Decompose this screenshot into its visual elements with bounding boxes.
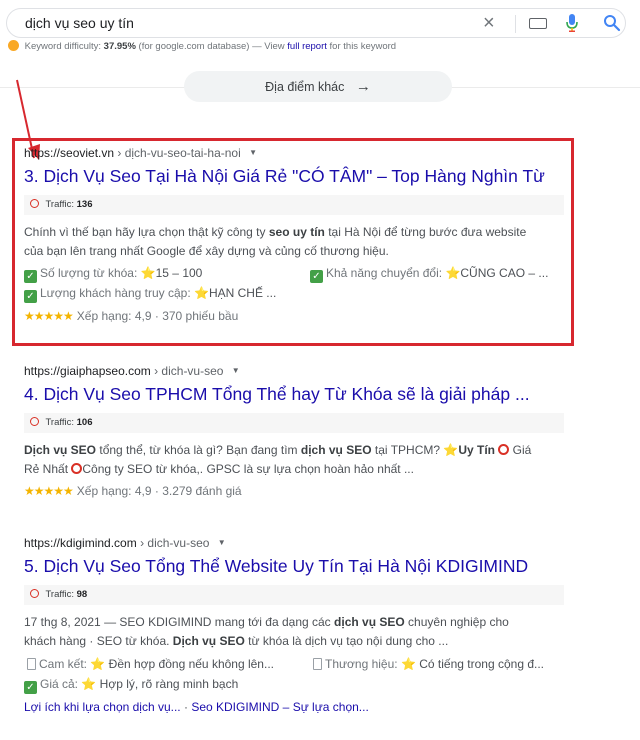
sitelinks: Lợi ích khi lựa chọn dịch vụ... · Seo KD… <box>24 700 369 714</box>
star-icon: ⭐ <box>81 677 97 691</box>
result-snippet: Dịch vụ SEO tổng thể, từ khóa là gì? Bạn… <box>24 443 532 476</box>
rating-stars-icon: ★★★★★ <box>24 484 74 498</box>
sitelink[interactable]: Lợi ích khi lựa chọn dịch vụ... <box>24 700 181 714</box>
more-places-button[interactable]: Địa điểm khác → <box>184 71 452 102</box>
star-icon: ⭐ <box>400 657 416 671</box>
sitelink[interactable]: Seo KDIGIMIND – Sự lựa chọn... <box>191 700 368 714</box>
result-snippet: Chính vì thế bạn hãy lựa chọn thật kỹ cô… <box>24 225 527 258</box>
rating-stars-icon: ★★★★★ <box>24 309 74 323</box>
attr-item: Cam kết: ⭐ Đền hợp đồng nếu không lên... <box>24 657 274 671</box>
traffic-icon <box>30 589 39 598</box>
check-icon: ✓ <box>24 290 37 303</box>
arrow-right-icon: → <box>355 78 371 95</box>
search-result: https://seoviet.vn › dịch-vu-seo-tai-ha-… <box>24 146 574 326</box>
keyword-difficulty: Keyword difficulty: 37.95% (for google.c… <box>8 40 396 52</box>
search-result: https://giaiphapseo.com › dich-vu-seo ▼ … <box>24 364 574 501</box>
document-icon <box>27 658 36 670</box>
traffic-bar: Traffic: 136 <box>24 195 564 215</box>
star-icon: ⭐ <box>140 266 156 280</box>
keyword-difficulty-value: 37.95% <box>103 41 136 52</box>
result-attributes: ✓ Số lượng từ khóa: ⭐15 – 100 ✓ Khả năng c… <box>24 263 574 283</box>
traffic-bar: Traffic: 98 <box>24 585 564 605</box>
result-title-link[interactable]: 3. Dịch Vụ Seo Tại Hà Nội Giá Rẻ "CÓ TÂM… <box>24 166 574 187</box>
search-divider <box>515 15 516 33</box>
result-rating: ★★★★★ Xếp hạng: 4,9 · 370 phiếu bầu <box>24 309 239 323</box>
check-icon: ✓ <box>24 270 37 283</box>
attr-item: ✓ Lượng khách hàng truy cập: ⭐HẠN CHẾ ... <box>24 286 276 303</box>
result-snippet: 17 thg 8, 2021 — SEO KDIGIMIND mang tới … <box>24 615 509 648</box>
result-title-link[interactable]: 4. Dịch Vụ Seo TPHCM Tổng Thể hay Từ Khó… <box>24 384 574 405</box>
result-attributes: ✓ Giá cả: ⭐ Hợp lý, rõ ràng minh bạch <box>24 674 574 694</box>
check-icon: ✓ <box>310 270 323 283</box>
traffic-bar: Traffic: 106 <box>24 413 564 433</box>
star-icon: ⭐ <box>443 443 459 457</box>
star-icon: ⭐ <box>445 266 461 280</box>
search-input[interactable]: dịch vụ seo uy tín <box>25 15 134 31</box>
result-url[interactable]: https://giaiphapseo.com › dich-vu-seo ▼ <box>24 364 574 378</box>
semrush-logo-icon <box>8 40 19 51</box>
microphone-icon[interactable] <box>565 13 579 38</box>
search-icon[interactable] <box>603 14 621 37</box>
search-bar[interactable]: dịch vụ seo uy tín × <box>6 8 626 38</box>
result-url[interactable]: https://kdigimind.com › dich-vu-seo ▼ <box>24 536 574 550</box>
result-attributes: Cam kết: ⭐ Đền hợp đồng nếu không lên...… <box>24 654 574 674</box>
check-icon: ✓ <box>24 681 37 694</box>
attr-item: Thương hiệu: ⭐ Có tiếng trong cộng đ... <box>310 654 544 674</box>
attr-item: ✓ Số lượng từ khóa: ⭐15 – 100 <box>24 266 202 283</box>
dropdown-icon[interactable]: ▼ <box>232 366 240 375</box>
star-icon: ⭐ <box>90 657 106 671</box>
ring-icon <box>498 444 510 455</box>
document-icon <box>313 658 322 670</box>
search-result: https://kdigimind.com › dich-vu-seo ▼ 5.… <box>24 536 574 717</box>
full-report-link[interactable]: full report <box>287 41 327 52</box>
attr-item: ✓ Khả năng chuyển đổi: ⭐CŨNG CAO – ... <box>310 263 548 283</box>
star-icon: ⭐ <box>194 286 209 300</box>
attr-item: ✓ Giá cả: ⭐ Hợp lý, rõ ràng minh bạch <box>24 677 238 694</box>
clear-icon[interactable]: × <box>483 12 495 34</box>
result-url[interactable]: https://seoviet.vn › dịch-vu-seo-tai-ha-… <box>24 146 574 160</box>
ring-icon <box>71 463 83 474</box>
traffic-icon <box>30 417 39 426</box>
result-rating: ★★★★★ Xếp hạng: 4,9 · 3.279 đánh giá <box>24 484 242 498</box>
dropdown-icon[interactable]: ▼ <box>218 538 226 547</box>
keyboard-icon[interactable] <box>529 18 547 29</box>
result-attributes: ✓ Lượng khách hàng truy cập: ⭐HẠN CHẾ ... <box>24 283 574 303</box>
result-title-link[interactable]: 5. Dịch Vụ Seo Tổng Thể Website Uy Tín T… <box>24 556 574 577</box>
dropdown-icon[interactable]: ▼ <box>249 148 257 157</box>
traffic-icon <box>30 199 39 208</box>
